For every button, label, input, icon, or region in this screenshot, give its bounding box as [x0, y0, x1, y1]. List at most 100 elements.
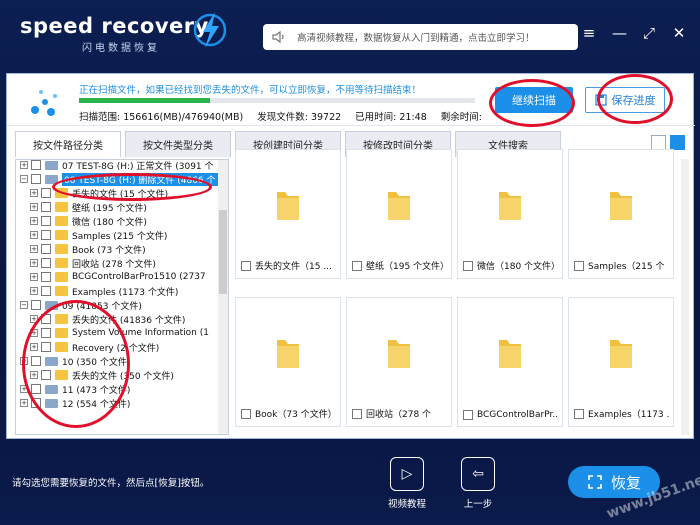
window-controls: ≡ — ⤢ ✕	[582, 26, 686, 41]
expand-toggle-icon[interactable]: +	[30, 245, 38, 253]
grid-scrollbar[interactable]	[681, 159, 689, 435]
tree-checkbox[interactable]	[41, 272, 51, 282]
tree-item-label: 微信 (180 个文件)	[72, 217, 147, 228]
tree-item[interactable]: + Examples (1173 个文件)	[30, 284, 178, 298]
scan-stats: 扫描范围: 156616(MB)/476940(MB) 发现文件数: 39722…	[79, 109, 482, 123]
folder-card-text: BCGControlBarPr...	[477, 410, 558, 420]
tree-item[interactable]: +07 TEST-8G (H:) 正常文件 (3091 个	[20, 160, 214, 172]
minimize-icon[interactable]: —	[612, 26, 627, 41]
folder-card[interactable]: Samples（215 个	[568, 149, 674, 279]
lightning-logo-icon	[193, 12, 227, 48]
scan-status-bar: 正在扫描文件，如果已经找到您丢失的文件，可以立即恢复，不用等待扫描结束！ 扫描范…	[7, 74, 695, 126]
folder-card-label: Examples（1173 ...	[574, 407, 669, 420]
expand-toggle-icon[interactable]: +	[30, 287, 38, 295]
close-icon[interactable]: ✕	[672, 26, 686, 41]
app-name: speed recovery	[20, 14, 209, 38]
folder-card-label: Book（73 个文件）	[241, 407, 336, 420]
menu-icon[interactable]: ≡	[582, 26, 596, 41]
video-tutorial-label: 视频教程	[387, 499, 426, 510]
notice-text: 高清视频教程，数据恢复从入门到精通，点击立即学习！	[297, 33, 535, 44]
scan-progress-fill	[79, 98, 210, 103]
list-view-icon[interactable]	[651, 135, 666, 150]
tree-checkbox[interactable]	[31, 300, 41, 310]
tree-checkbox[interactable]	[31, 174, 41, 184]
tree-item-label: Examples (1173 个文件)	[72, 287, 179, 298]
recover-icon	[588, 475, 602, 489]
tree-item[interactable]: + 回收站 (278 个文件)	[30, 256, 156, 270]
folder-card[interactable]: Examples（1173 ...	[568, 297, 674, 427]
expand-toggle-icon[interactable]: +	[20, 399, 28, 407]
expand-toggle-icon[interactable]: +	[30, 217, 38, 225]
video-tutorial-button[interactable]: ▷ 视频教程	[387, 457, 427, 510]
tree-item[interactable]: + Samples (215 个文件)	[30, 228, 167, 242]
card-checkbox[interactable]	[352, 408, 362, 419]
app-subtitle: 闪电数据恢复	[82, 43, 160, 54]
card-checkbox[interactable]	[241, 408, 251, 419]
tree-item-label: Book (73 个文件)	[72, 245, 146, 256]
back-button[interactable]: ⇦ 上一步	[458, 457, 498, 510]
remaining-time: 剩余时间:	[440, 112, 482, 123]
folder-icon	[55, 216, 68, 226]
card-checkbox[interactable]	[241, 260, 251, 271]
expand-toggle-icon[interactable]: +	[30, 231, 38, 239]
card-checkbox[interactable]	[463, 260, 473, 271]
back-label: 上一步	[463, 499, 493, 510]
card-checkbox[interactable]	[574, 408, 584, 419]
folder-card-label: BCGControlBarPr...	[463, 410, 558, 420]
tree-item-label: Samples (215 个文件)	[72, 231, 168, 242]
folder-card-text: 微信（180 个文件）	[477, 262, 558, 272]
folder-icon	[55, 202, 68, 212]
tree-checkbox[interactable]	[41, 230, 51, 240]
card-checkbox[interactable]	[352, 260, 362, 271]
folder-card[interactable]: 壁纸（195 个文件）	[346, 149, 452, 279]
tree-item[interactable]: + Book (73 个文件)	[30, 242, 146, 256]
annotation-continue	[489, 79, 575, 127]
card-checkbox[interactable]	[463, 410, 473, 420]
tree-checkbox[interactable]	[41, 202, 51, 212]
drive-icon	[45, 160, 58, 170]
tree-checkbox[interactable]	[41, 286, 51, 296]
expand-toggle-icon[interactable]: +	[30, 259, 38, 267]
tree-item-label: BCGControlBarPro1510 (2737	[72, 272, 206, 282]
grid-view-icon[interactable]	[670, 135, 685, 150]
folder-card[interactable]: BCGControlBarPr...	[457, 297, 563, 427]
play-icon: ▷	[390, 457, 424, 491]
tree-checkbox[interactable]	[41, 216, 51, 226]
folder-icon	[55, 286, 68, 296]
folder-icon	[388, 340, 410, 368]
tree-scrollbar[interactable]	[218, 160, 228, 434]
scanning-icon	[31, 90, 57, 116]
folder-icon	[55, 258, 68, 268]
annotation-tree-bottom	[22, 300, 130, 428]
expand-toggle-icon[interactable]: −	[20, 175, 28, 183]
expand-toggle-icon[interactable]: −	[20, 301, 28, 309]
tree-item[interactable]: + 壁纸 (195 个文件)	[30, 200, 147, 214]
tree-checkbox[interactable]	[41, 244, 51, 254]
tree-item[interactable]: + BCGControlBarPro1510 (2737	[30, 270, 206, 284]
expand-toggle-icon[interactable]: +	[30, 203, 38, 211]
tree-checkbox[interactable]	[31, 160, 41, 170]
tab-by-path[interactable]: 按文件路径分类	[15, 131, 121, 157]
app-window: speed recovery 闪电数据恢复 高清视频教程，数据恢复从入门到精通，…	[0, 0, 700, 525]
expand-toggle-icon[interactable]: +	[30, 273, 38, 281]
folder-card[interactable]: 回收站（278 个	[346, 297, 452, 427]
tree-checkbox[interactable]	[41, 188, 51, 198]
expand-toggle-icon[interactable]: +	[30, 189, 38, 197]
restore-icon[interactable]: ⤢	[642, 26, 656, 41]
title-bar: speed recovery 闪电数据恢复 高清视频教程，数据恢复从入门到精通，…	[0, 0, 700, 68]
tab-by-type[interactable]: 按文件类型分类	[125, 131, 231, 157]
files-found: 发现文件数: 39722	[257, 112, 342, 123]
folder-card[interactable]: Book（73 个文件）	[235, 297, 341, 427]
annotation-tree-top	[52, 173, 212, 201]
tutorial-notice[interactable]: 高清视频教程，数据恢复从入门到精通，点击立即学习！	[263, 24, 578, 50]
speaker-icon	[272, 30, 284, 44]
folder-card[interactable]: 丢失的文件（15 ...	[235, 149, 341, 279]
footer-hint: 请勾选您需要恢复的文件，然后点[恢复]按钮。	[12, 478, 210, 489]
folder-card-text: 壁纸（195 个文件）	[366, 262, 447, 272]
tree-item[interactable]: + 微信 (180 个文件)	[30, 214, 147, 228]
card-checkbox[interactable]	[574, 260, 584, 271]
folder-card-label: 回收站（278 个	[352, 407, 447, 420]
tree-checkbox[interactable]	[41, 258, 51, 268]
folder-card[interactable]: 微信（180 个文件）	[457, 149, 563, 279]
expand-toggle-icon[interactable]: +	[20, 161, 28, 169]
